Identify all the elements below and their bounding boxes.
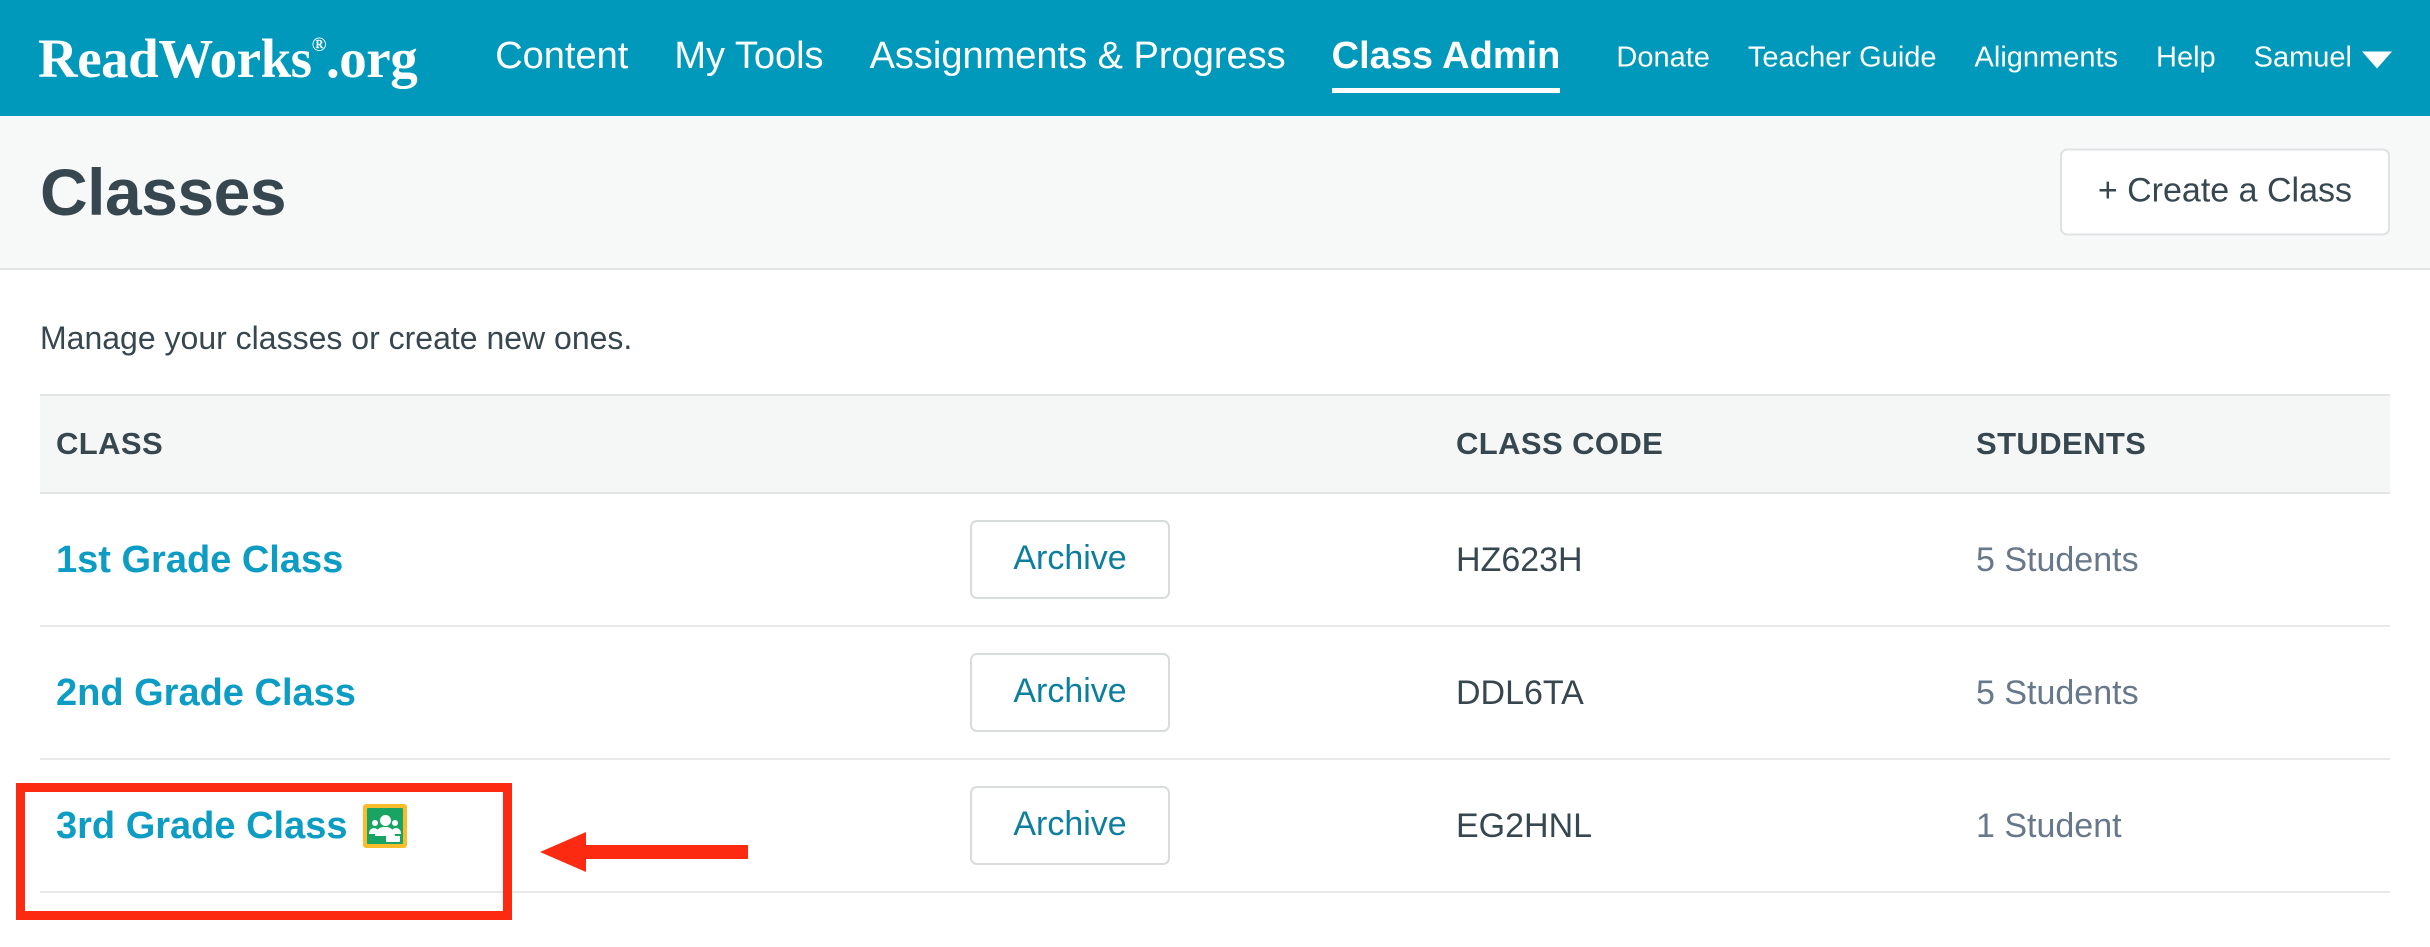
class-code-2nd-grade: DDL6TA bbox=[1456, 673, 1584, 712]
google-classroom-icon bbox=[363, 803, 408, 848]
page-header-bar: Classes + Create a Class bbox=[0, 116, 2430, 270]
column-header-actions bbox=[970, 394, 1440, 494]
archive-button-1st-grade[interactable]: Archive bbox=[970, 520, 1170, 599]
class-name-wrapper: 1st Grade Class bbox=[56, 541, 343, 579]
nav-item-my-tools[interactable]: My Tools bbox=[674, 35, 823, 81]
cell-class-code: EG2HNL bbox=[1440, 759, 1960, 893]
nav-item-help[interactable]: Help bbox=[2156, 42, 2216, 75]
google-classroom-person-center-head bbox=[379, 814, 391, 826]
logo-text-main: ReadWorks bbox=[38, 27, 312, 89]
main-content: Manage your classes or create new ones. … bbox=[0, 270, 2430, 893]
page-subtitle: Manage your classes or create new ones. bbox=[40, 320, 633, 356]
class-link-2nd-grade[interactable]: 2nd Grade Class bbox=[56, 674, 356, 712]
table-row: 1st Grade Class Archive HZ623H 5 Student… bbox=[40, 493, 2390, 627]
page-title: Classes bbox=[40, 155, 287, 229]
secondary-nav: Donate Teacher Guide Alignments Help Sam… bbox=[1616, 42, 2392, 75]
cell-class-name: 2nd Grade Class bbox=[40, 626, 970, 760]
cell-class-code: HZ623H bbox=[1440, 493, 1960, 627]
readworks-logo[interactable]: ReadWorks ® .org bbox=[38, 27, 418, 89]
user-menu[interactable]: Samuel bbox=[2254, 42, 2392, 75]
classes-table-header: CLASS CLASS CODE STUDENTS bbox=[40, 394, 2390, 494]
class-name-wrapper: 3rd Grade Class bbox=[56, 803, 408, 848]
class-link-3rd-grade[interactable]: 3rd Grade Class bbox=[56, 807, 347, 845]
column-header-students: STUDENTS bbox=[1960, 394, 2390, 494]
archive-button-2nd-grade[interactable]: Archive bbox=[970, 653, 1170, 732]
logo-text-tld: .org bbox=[326, 27, 418, 89]
table-header-row: CLASS CLASS CODE STUDENTS bbox=[40, 394, 2390, 494]
cell-students-count: 5 Students bbox=[1960, 626, 2390, 760]
nav-item-alignments[interactable]: Alignments bbox=[1975, 42, 2118, 75]
class-link-1st-grade[interactable]: 1st Grade Class bbox=[56, 541, 343, 579]
cell-archive-action: Archive bbox=[970, 493, 1440, 627]
nav-item-donate[interactable]: Donate bbox=[1616, 42, 1710, 75]
class-name-wrapper: 2nd Grade Class bbox=[56, 674, 356, 712]
class-code-3rd-grade: EG2HNL bbox=[1456, 806, 1593, 845]
registered-trademark-icon: ® bbox=[311, 33, 327, 56]
page-root: ReadWorks ® .org Content My Tools Assignme… bbox=[0, 0, 2430, 947]
classes-table: CLASS CLASS CODE STUDENTS 1st Grade Clas… bbox=[40, 394, 2390, 893]
top-navigation-bar: ReadWorks ® .org Content My Tools Assignme… bbox=[0, 0, 2430, 116]
archive-button-3rd-grade[interactable]: Archive bbox=[970, 786, 1170, 865]
table-row: 3rd Grade Class Archive EG2HNL 1 Student bbox=[40, 759, 2390, 893]
students-count-3rd-grade: 1 Student bbox=[1976, 806, 2122, 845]
nav-item-class-admin[interactable]: Class Admin bbox=[1331, 35, 1560, 94]
column-header-class-code: CLASS CODE bbox=[1440, 394, 1960, 494]
class-code-1st-grade: HZ623H bbox=[1456, 540, 1583, 579]
user-name-label: Samuel bbox=[2253, 41, 2352, 74]
nav-item-teacher-guide[interactable]: Teacher Guide bbox=[1748, 42, 1937, 75]
primary-nav: Content My Tools Assignments & Progress … bbox=[495, 35, 1560, 94]
cell-archive-action: Archive bbox=[970, 626, 1440, 760]
classes-table-body: 1st Grade Class Archive HZ623H 5 Student… bbox=[40, 493, 2390, 893]
create-class-button[interactable]: + Create a Class bbox=[2059, 148, 2390, 236]
google-classroom-board-ledge bbox=[386, 835, 401, 842]
cell-class-name: 1st Grade Class bbox=[40, 493, 970, 627]
cell-class-code: DDL6TA bbox=[1440, 626, 1960, 760]
cell-class-name: 3rd Grade Class bbox=[40, 759, 970, 893]
cell-students-count: 5 Students bbox=[1960, 493, 2390, 627]
column-header-class: CLASS bbox=[40, 394, 970, 494]
students-count-2nd-grade: 5 Students bbox=[1976, 673, 2139, 712]
nav-item-assignments-progress[interactable]: Assignments & Progress bbox=[870, 35, 1286, 81]
nav-item-content[interactable]: Content bbox=[495, 35, 628, 81]
cell-archive-action: Archive bbox=[970, 759, 1440, 893]
chevron-down-icon bbox=[2362, 51, 2392, 69]
students-count-1st-grade: 5 Students bbox=[1976, 540, 2139, 579]
table-row: 2nd Grade Class Archive DDL6TA 5 Student… bbox=[40, 626, 2390, 760]
cell-students-count: 1 Student bbox=[1960, 759, 2390, 893]
